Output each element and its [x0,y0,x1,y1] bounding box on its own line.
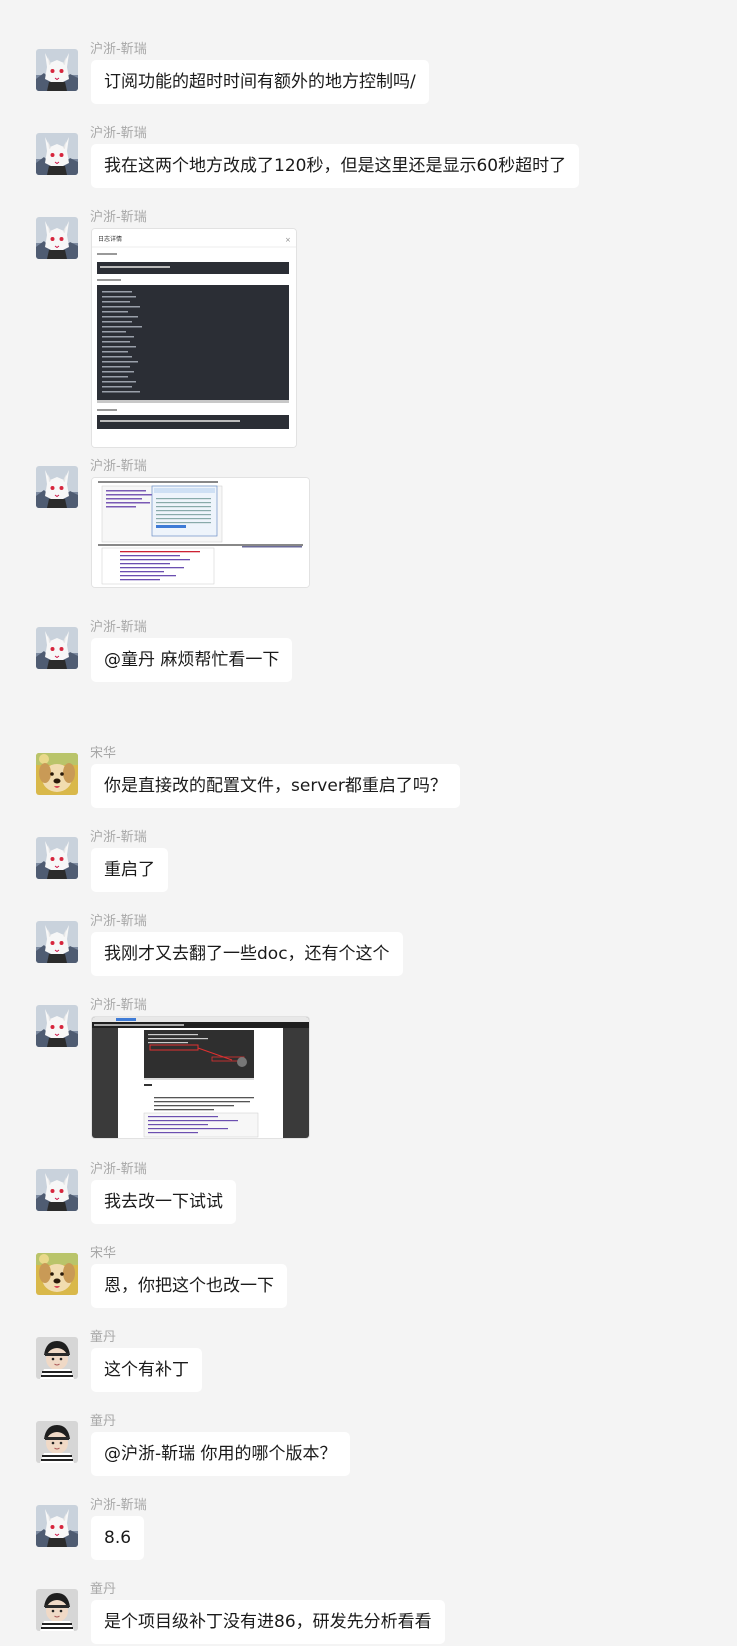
sender-avatar[interactable] [36,1169,78,1211]
message-bubble[interactable]: 恩，你把这个也改一下 [91,1264,287,1308]
white-fox-avatar-icon [36,49,78,91]
log-detail-dialog-screenshot[interactable]: 日志详情 × [91,228,297,448]
message-bubble[interactable]: 订阅功能的超时时间有额外的地方控制吗/ [91,60,429,104]
sender-name: 沪浙-靳瑞 [90,998,147,1013]
dialog-title: 日志详情 [98,235,122,243]
sender-name: 沪浙-靳瑞 [90,459,147,474]
sender-name: 宋华 [90,746,117,761]
sender-avatar[interactable] [36,1337,78,1379]
config-files-screenshot[interactable] [91,477,310,588]
white-fox-avatar-icon [36,1505,78,1547]
sender-avatar[interactable] [36,1421,78,1463]
sender-avatar[interactable] [36,921,78,963]
chat-message-list[interactable]: 沪浙-靳瑞 订阅功能的超时时间有额外的地方控制吗/ 沪浙-靳瑞 我在这两个地方改… [0,0,737,1646]
sender-avatar[interactable] [36,753,78,795]
baby-avatar-icon [36,1337,78,1379]
message-bubble[interactable]: @童丹 麻烦帮忙看一下 [91,638,293,682]
sender-name: 沪浙-靳瑞 [90,620,147,635]
message-bubble[interactable]: 是个项目级补丁没有进86，研发先分析看看 [91,1600,445,1644]
sender-avatar[interactable] [36,466,78,508]
sender-avatar[interactable] [36,627,78,669]
svg-text:×: × [285,236,291,244]
message-bubble[interactable]: 我去改一下试试 [91,1180,236,1224]
sender-avatar[interactable] [36,1505,78,1547]
white-fox-avatar-icon [36,133,78,175]
white-fox-avatar-icon [36,217,78,259]
white-fox-avatar-icon [36,1169,78,1211]
white-fox-avatar-icon [36,921,78,963]
message-bubble[interactable]: 8.6 [91,1516,145,1560]
sender-avatar[interactable] [36,49,78,91]
sender-name: 童丹 [90,1330,117,1345]
sender-avatar[interactable] [36,1589,78,1631]
baby-avatar-icon [36,1421,78,1463]
message-bubble[interactable]: 重启了 [91,848,168,892]
sender-avatar[interactable] [36,1005,78,1047]
message-bubble[interactable]: 这个有补丁 [91,1348,202,1392]
sender-avatar[interactable] [36,1253,78,1295]
message-bubble[interactable]: 我在这两个地方改成了120秒，但是这里还是显示60秒超时了 [91,144,580,188]
sender-name: 沪浙-靳瑞 [90,830,147,845]
sender-name: 童丹 [90,1582,117,1597]
sender-avatar[interactable] [36,837,78,879]
message-bubble[interactable]: @沪浙-靳瑞 你用的哪个版本？ [91,1432,350,1476]
sender-name: 沪浙-靳瑞 [90,210,147,225]
sender-name: 沪浙-靳瑞 [90,1498,147,1513]
white-fox-avatar-icon [36,837,78,879]
sender-name: 沪浙-靳瑞 [90,126,147,141]
golden-dog-avatar-icon [36,1253,78,1295]
sender-name: 宋华 [90,1246,117,1261]
sender-avatar[interactable] [36,217,78,259]
message-bubble[interactable]: 你是直接改的配置文件，server都重启了吗？ [91,764,460,808]
message-bubble[interactable]: 我刚才又去翻了一些doc，还有个这个 [91,932,403,976]
sender-name: 沪浙-靳瑞 [90,1162,147,1177]
sender-name: 童丹 [90,1414,117,1429]
baby-avatar-icon [36,1589,78,1631]
documentation-screenshot[interactable] [91,1016,310,1139]
sender-name: 沪浙-靳瑞 [90,42,147,57]
white-fox-avatar-icon [36,466,78,508]
white-fox-avatar-icon [36,627,78,669]
white-fox-avatar-icon [36,1005,78,1047]
sender-avatar[interactable] [36,133,78,175]
golden-dog-avatar-icon [36,753,78,795]
sender-name: 沪浙-靳瑞 [90,914,147,929]
